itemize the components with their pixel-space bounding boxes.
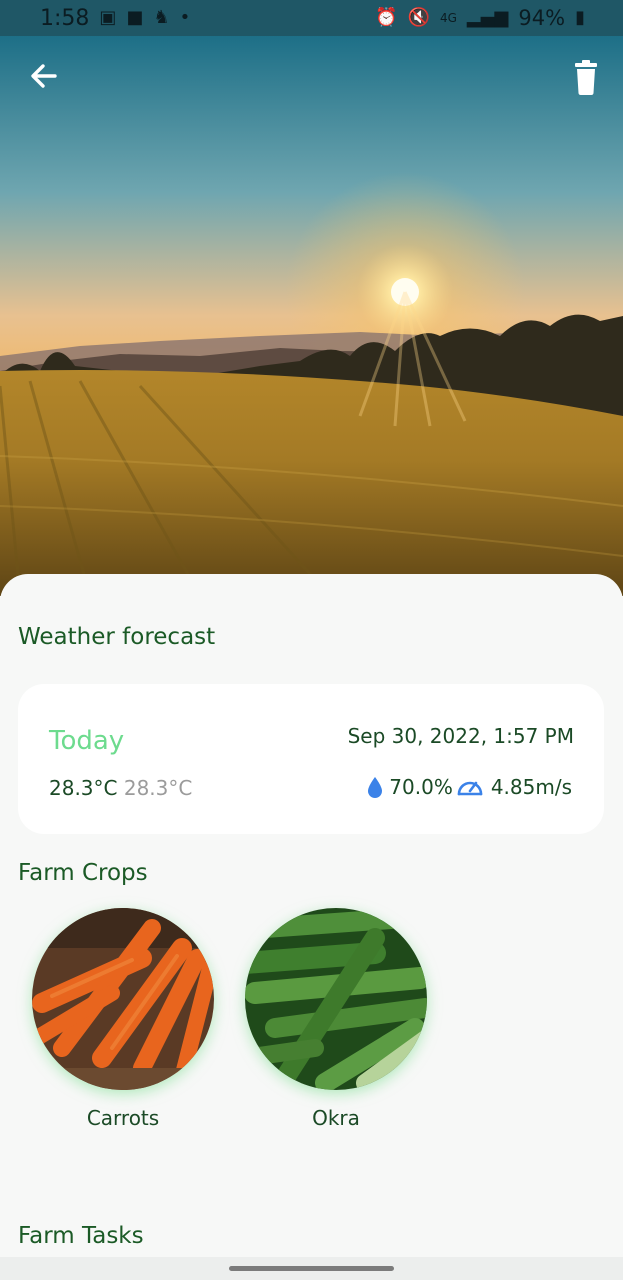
- weather-card[interactable]: Today Sep 30, 2022, 1:57 PM 28.3°C 28.3°…: [18, 684, 604, 834]
- battery-level: 94%: [518, 6, 566, 30]
- okra-image: [245, 908, 427, 1090]
- dot-icon: •: [179, 7, 191, 28]
- wind-value: 4.85m/s: [490, 775, 572, 799]
- temp-low: 28.3°C: [123, 776, 193, 800]
- back-button[interactable]: [22, 54, 66, 98]
- weather-section-title: Weather forecast: [18, 624, 216, 650]
- speedometer-icon: [457, 781, 483, 796]
- mute-icon: 🔇: [407, 7, 430, 28]
- trash-icon: [575, 60, 597, 95]
- system-nav-bar: [0, 1257, 623, 1280]
- weather-datetime: Sep 30, 2022, 1:57 PM: [347, 724, 574, 748]
- weather-metrics: 70.0% 4.85m/s: [363, 774, 572, 800]
- home-gesture-pill[interactable]: [229, 1266, 394, 1271]
- app-icon-2: ♞: [153, 7, 170, 28]
- crop-item-carrots[interactable]: Carrots: [32, 908, 214, 1130]
- content-sheet: Weather forecast Today Sep 30, 2022, 1:5…: [0, 574, 623, 1280]
- status-time: 1:58: [40, 5, 90, 31]
- delete-button[interactable]: [566, 57, 606, 101]
- water-drop-icon: [368, 777, 383, 798]
- app-icon: ■: [126, 7, 144, 28]
- crop-item-okra[interactable]: Okra: [245, 908, 427, 1130]
- network-4g-icon: 4G: [439, 11, 457, 25]
- crop-label: Carrots: [86, 1106, 160, 1130]
- weather-day: Today: [49, 726, 125, 756]
- arrow-left-icon: [31, 64, 57, 88]
- weather-temps: 28.3°C 28.3°C: [49, 776, 192, 800]
- hero-image: [0, 36, 623, 596]
- status-bar: 1:58 ▣ ■ ♞ • ⏰ 🔇 4G ▂▄▆ 94% ▮: [0, 0, 623, 36]
- crops-section-title: Farm Crops: [18, 860, 148, 886]
- tasks-section-title: Farm Tasks: [18, 1223, 144, 1249]
- alarm-icon: ⏰: [375, 7, 398, 28]
- gallery-icon: ▣: [99, 7, 117, 28]
- humidity-value: 70.0%: [389, 775, 453, 799]
- battery-icon: ▮: [575, 7, 585, 28]
- crop-label: Okra: [312, 1106, 360, 1130]
- carrots-image: [32, 908, 214, 1090]
- signal-icon: ▂▄▆: [466, 7, 509, 28]
- temp-high: 28.3°C: [49, 776, 118, 800]
